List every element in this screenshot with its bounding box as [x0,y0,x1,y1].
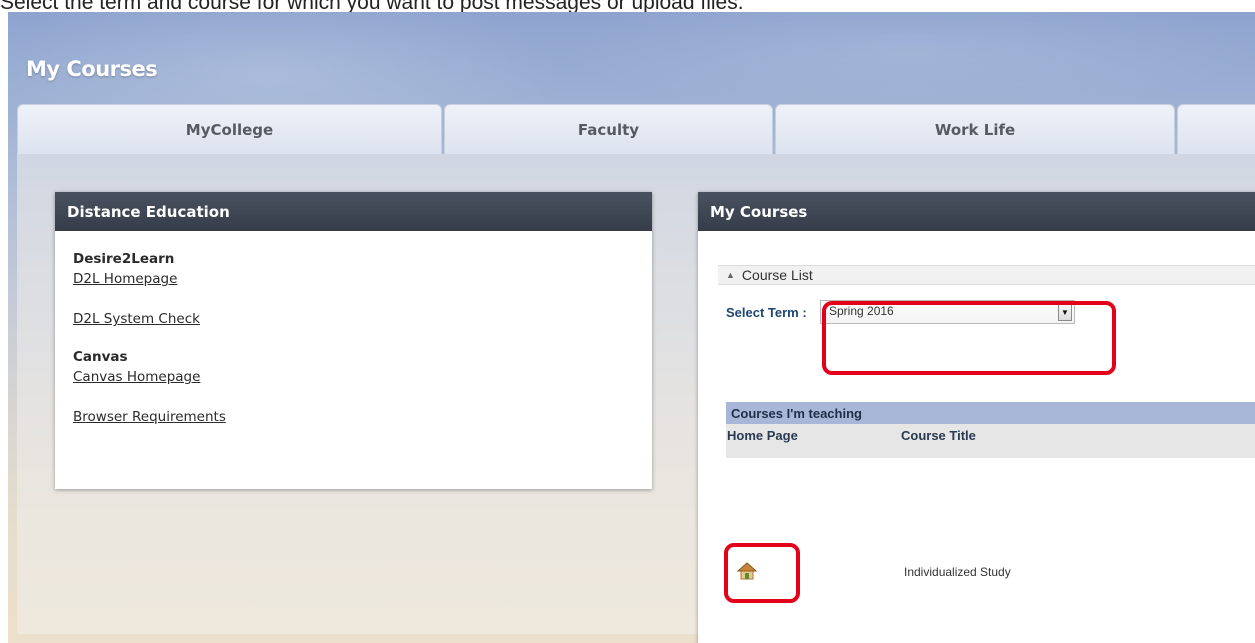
course-table-header: Home Page Course Title [726,424,1255,458]
section-heading-canvas: Canvas [73,349,128,365]
home-icon[interactable] [736,562,758,580]
canvas-homepage-link[interactable]: Canvas Homepage [73,369,652,385]
course-list-toggle[interactable]: ▲ Course List [718,265,1255,285]
courses-teaching-header: Courses I'm teaching [726,402,1255,424]
term-select[interactable]: Spring 2016 ▼ [820,300,1075,324]
select-term-label: Select Term : [726,305,807,320]
distance-education-panel: Distance Education Desire2Learn D2L Home… [55,192,652,489]
column-home-page: Home Page [727,428,798,443]
d2l-homepage-link[interactable]: D2L Homepage [73,271,652,287]
term-select-value: Spring 2016 [829,304,894,318]
course-list-label: Course List [741,267,813,283]
collapse-triangle-icon: ▲ [726,270,735,280]
column-course-title: Course Title [901,428,976,443]
portal-title: My Courses [26,57,158,81]
dropdown-arrow-icon[interactable]: ▼ [1058,303,1072,321]
course-title-individualized-study[interactable]: Individualized Study [904,565,1011,579]
distance-education-header: Distance Education [55,192,652,231]
d2l-system-check-link[interactable]: D2L System Check [73,311,652,327]
tab-mycollege[interactable]: MyCollege [17,104,442,154]
my-courses-header: My Courses [698,192,1255,231]
tab-work-life[interactable]: Work Life [775,104,1175,154]
tab-faculty[interactable]: Faculty [444,104,773,154]
portal-tab-bar: MyCollege Faculty Work Life [17,104,1255,154]
tab-more[interactable] [1177,104,1255,154]
browser-requirements-link[interactable]: Browser Requirements [73,409,652,425]
section-heading-d2l: Desire2Learn [73,251,175,267]
distance-education-body: Desire2Learn D2L Homepage D2L System Che… [55,231,652,425]
